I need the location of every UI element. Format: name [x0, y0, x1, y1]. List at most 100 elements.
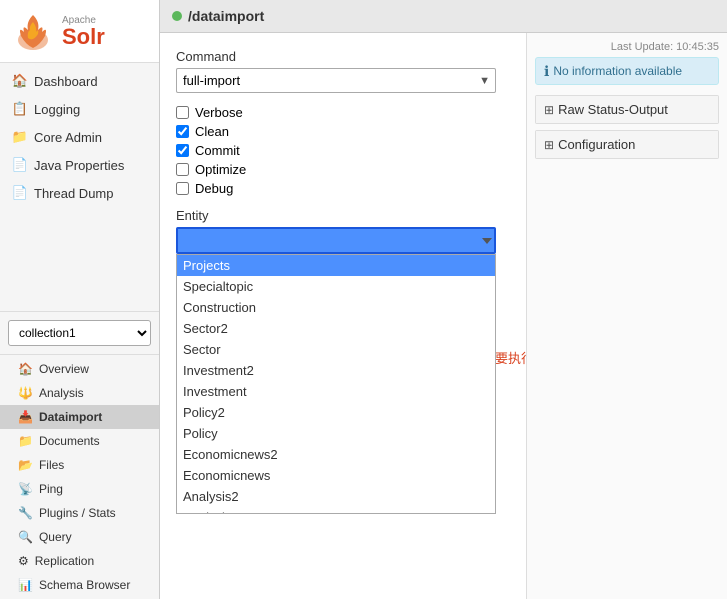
left-panel: Command full-import delta-import status …	[160, 33, 527, 599]
info-icon: ℹ	[544, 64, 549, 78]
dataimport-label: Dataimport	[39, 410, 102, 424]
sidebar-item-dashboard[interactable]: 🏠 Dashboard	[0, 67, 159, 95]
entity-option-policy2[interactable]: Policy2	[177, 402, 495, 423]
raw-status-label: Raw Status-Output	[558, 102, 668, 117]
logging-icon: 📋	[12, 101, 28, 117]
entity-option-projects[interactable]: Projects	[177, 255, 495, 276]
core-admin-icon: 📁	[12, 129, 28, 145]
configuration-expand-icon: ⊞	[544, 138, 554, 152]
sub-nav-documents[interactable]: 📁 Documents	[0, 429, 159, 453]
main-content: /dataimport Command full-import delta-im…	[160, 0, 727, 599]
thread-dump-icon: 📄	[12, 185, 28, 201]
entity-option-construction[interactable]: Construction	[177, 297, 495, 318]
info-text: No information available	[553, 64, 682, 78]
solr-label: Solr	[62, 26, 105, 48]
verbose-label: Verbose	[195, 105, 243, 120]
entity-option-sector[interactable]: Sector	[177, 339, 495, 360]
replication-icon: ⚙	[18, 554, 29, 568]
content-body: Command full-import delta-import status …	[160, 33, 727, 599]
files-label: Files	[39, 458, 64, 472]
schema-browser-label: Schema Browser	[39, 578, 130, 592]
dashboard-icon: 🏠	[12, 73, 28, 89]
entity-input[interactable]	[176, 227, 496, 254]
sub-nav-overview[interactable]: 🏠 Overview	[0, 357, 159, 381]
checkbox-clean[interactable]: Clean	[176, 124, 510, 139]
raw-status-header[interactable]: ⊞ Raw Status-Output	[536, 96, 718, 123]
debug-checkbox[interactable]	[176, 182, 189, 195]
core-admin-label: Core Admin	[34, 130, 102, 145]
checkbox-optimize[interactable]: Optimize	[176, 162, 510, 177]
query-label: Query	[39, 530, 72, 544]
sub-nav-plugins-stats[interactable]: 🔧 Plugins / Stats	[0, 501, 159, 525]
files-icon: 📂	[18, 458, 33, 472]
collection-select[interactable]: collection1	[8, 320, 151, 346]
verbose-checkbox[interactable]	[176, 106, 189, 119]
logging-label: Logging	[34, 102, 80, 117]
dashboard-label: Dashboard	[34, 74, 98, 89]
clean-checkbox[interactable]	[176, 125, 189, 138]
entity-option-specialtopic[interactable]: Specialtopic	[177, 276, 495, 297]
logo-area: Apache Solr	[0, 0, 159, 63]
thread-dump-label: Thread Dump	[34, 186, 113, 201]
sidebar-item-thread-dump[interactable]: 📄 Thread Dump	[0, 179, 159, 207]
dataimport-icon: 📥	[18, 410, 33, 424]
raw-status-section: ⊞ Raw Status-Output	[535, 95, 719, 124]
schema-browser-icon: 📊	[18, 578, 33, 592]
overview-icon: 🏠	[18, 362, 33, 376]
sidebar-item-java-properties[interactable]: 📄 Java Properties	[0, 151, 159, 179]
info-box: ℹ No information available	[535, 57, 719, 85]
command-select[interactable]: full-import delta-import status reload-c…	[176, 68, 496, 93]
clean-label: Clean	[195, 124, 229, 139]
entity-option-economicnews2[interactable]: Economicnews2	[177, 444, 495, 465]
documents-label: Documents	[39, 434, 100, 448]
entity-label: Entity	[176, 208, 510, 223]
sub-nav-replication[interactable]: ⚙ Replication	[0, 549, 159, 573]
configuration-label: Configuration	[558, 137, 635, 152]
command-label: Command	[176, 49, 510, 64]
sub-nav-files[interactable]: 📂 Files	[0, 453, 159, 477]
solr-logo-icon	[12, 10, 54, 52]
entity-option-sector2[interactable]: Sector2	[177, 318, 495, 339]
entity-option-policy[interactable]: Policy	[177, 423, 495, 444]
java-icon: 📄	[12, 157, 28, 173]
analysis-icon: 🔱	[18, 386, 33, 400]
sidebar-item-core-admin[interactable]: 📁 Core Admin	[0, 123, 159, 151]
optimize-label: Optimize	[195, 162, 246, 177]
checkbox-debug[interactable]: Debug	[176, 181, 510, 196]
sidebar-item-logging[interactable]: 📋 Logging	[0, 95, 159, 123]
optimize-checkbox[interactable]	[176, 163, 189, 176]
raw-status-expand-icon: ⊞	[544, 103, 554, 117]
commit-checkbox[interactable]	[176, 144, 189, 157]
entity-option-economicnews[interactable]: Economicnews	[177, 465, 495, 486]
plugins-icon: 🔧	[18, 506, 33, 520]
sub-nav-schema-browser[interactable]: 📊 Schema Browser	[0, 573, 159, 597]
entity-option-investment[interactable]: Investment	[177, 381, 495, 402]
sub-nav-dataimport[interactable]: 📥 Dataimport	[0, 405, 159, 429]
checkbox-verbose[interactable]: Verbose	[176, 105, 510, 120]
ping-icon: 📡	[18, 482, 33, 496]
java-properties-label: Java Properties	[34, 158, 124, 173]
configuration-header[interactable]: ⊞ Configuration	[536, 131, 718, 158]
debug-label: Debug	[195, 181, 233, 196]
entity-option-analysis2[interactable]: Analysis2	[177, 486, 495, 507]
documents-icon: 📁	[18, 434, 33, 448]
entity-option-investment2[interactable]: Investment2	[177, 360, 495, 381]
logo-text: Apache Solr	[62, 15, 105, 48]
sub-nav-ping[interactable]: 📡 Ping	[0, 477, 159, 501]
ping-label: Ping	[39, 482, 63, 496]
timestamp: Last Update: 10:45:35	[535, 41, 719, 53]
checkbox-group: Verbose Clean Commit Optimize Debug	[176, 105, 510, 196]
nav-items: 🏠 Dashboard 📋 Logging 📁 Core Admin 📄 Jav…	[0, 63, 159, 311]
sub-nav-items: 🏠 Overview 🔱 Analysis 📥 Dataimport 📁 Doc…	[0, 355, 159, 599]
overview-label: Overview	[39, 362, 89, 376]
checkbox-commit[interactable]: Commit	[176, 143, 510, 158]
content-title: /dataimport	[188, 8, 264, 24]
right-panel: Last Update: 10:45:35 ℹ No information a…	[527, 33, 727, 599]
entity-dropdown-container: Projects Specialtopic Construction Secto…	[176, 227, 496, 254]
entity-option-analysis[interactable]: Analysis	[177, 507, 495, 514]
status-dot	[172, 11, 182, 21]
sub-nav-analysis[interactable]: 🔱 Analysis	[0, 381, 159, 405]
command-group: Command full-import delta-import status …	[176, 49, 510, 93]
collection-selector: collection1	[0, 311, 159, 355]
sub-nav-query[interactable]: 🔍 Query	[0, 525, 159, 549]
